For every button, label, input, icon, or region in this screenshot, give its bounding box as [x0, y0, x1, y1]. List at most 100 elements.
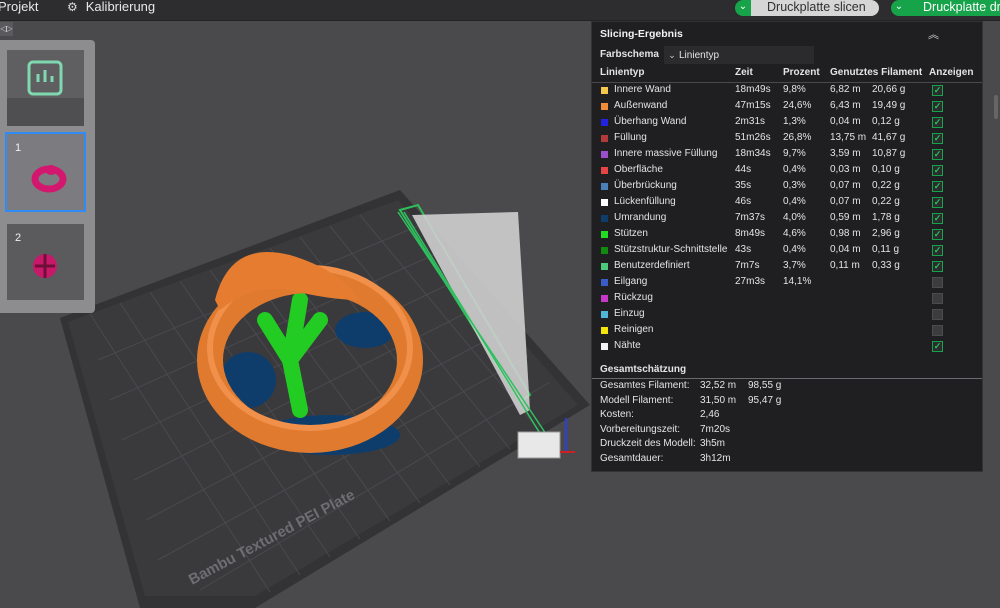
- show-checkbox[interactable]: [932, 133, 943, 144]
- print-dropdown-icon[interactable]: ⌄: [891, 0, 907, 16]
- show-checkbox[interactable]: [932, 341, 943, 352]
- line-type-swatch: [601, 103, 608, 110]
- line-type-percent: 0,4%: [783, 164, 806, 175]
- table-row: Benutzerdefiniert 7m7s 3,7% 0,11 m 0,33 g: [592, 259, 982, 275]
- line-type-name: Stützstruktur-Schnittstelle: [614, 244, 728, 255]
- line-type-weight: 0,10 g: [872, 164, 900, 175]
- show-checkbox[interactable]: [932, 85, 943, 96]
- print-plate-label: Druckplatte drucken: [923, 0, 1000, 14]
- summary-label: Gesamtes Filament:: [600, 380, 690, 391]
- line-type-name: Rückzug: [614, 292, 653, 303]
- table-row: Außenwand 47m15s 24,6% 6,43 m 19,49 g: [592, 99, 982, 115]
- line-type-percent: 0,4%: [783, 244, 806, 255]
- summary-row: Vorbereitungszeit: 7m20s: [600, 424, 970, 438]
- line-type-swatch: [601, 279, 608, 286]
- line-type-time: 35s: [735, 180, 752, 191]
- line-type-swatch: [601, 343, 608, 350]
- summary-row: Gesamtdauer: 3h12m: [600, 453, 970, 467]
- line-type-length: 6,43 m: [830, 100, 861, 111]
- show-checkbox[interactable]: [932, 197, 943, 208]
- table-row: Überhang Wand 2m31s 1,3% 0,04 m 0,12 g: [592, 115, 982, 131]
- show-checkbox[interactable]: [932, 213, 943, 224]
- line-type-swatch: [601, 295, 608, 302]
- line-type-name: Reinigen: [614, 324, 654, 335]
- show-checkbox[interactable]: [932, 309, 943, 320]
- table-row: Reinigen: [592, 323, 982, 339]
- line-type-percent: 14,1%: [783, 276, 812, 287]
- summary-row: Kosten: 2,46: [600, 409, 970, 423]
- line-type-time: 7m7s: [735, 260, 760, 271]
- show-checkbox[interactable]: [932, 325, 943, 336]
- line-type-name: Benutzerdefiniert: [614, 260, 690, 271]
- line-type-time: 18m49s: [735, 84, 771, 95]
- line-type-swatch: [601, 247, 608, 254]
- line-type-weight: 2,96 g: [872, 228, 900, 239]
- scrollbar[interactable]: [994, 95, 998, 119]
- line-type-name: Überbrückung: [614, 180, 677, 191]
- line-type-time: 18m34s: [735, 148, 771, 159]
- color-scheme-label: Farbschema: [600, 49, 659, 60]
- line-type-length: 0,11 m: [830, 260, 860, 271]
- line-type-percent: 26,8%: [783, 132, 812, 143]
- menu-projekt[interactable]: Projekt: [0, 0, 38, 20]
- col-linientyp: Linientyp: [600, 67, 645, 78]
- table-row: Überbrückung 35s 0,3% 0,07 m 0,22 g: [592, 179, 982, 195]
- table-row: Lückenfüllung 46s 0,4% 0,07 m 0,22 g: [592, 195, 982, 211]
- plate-thumb-2[interactable]: 2: [7, 224, 84, 300]
- line-type-swatch: [601, 167, 608, 174]
- color-scheme-value: Linientyp: [679, 50, 720, 61]
- line-type-swatch: [601, 119, 608, 126]
- show-checkbox[interactable]: [932, 293, 943, 304]
- show-checkbox[interactable]: [932, 181, 943, 192]
- gear-icon: ⚙: [67, 0, 78, 14]
- top-toolbar: Projekt ⚙ Kalibrierung ⌄ Druckplatte slic…: [0, 0, 1000, 21]
- line-type-name: Nähte: [614, 340, 641, 351]
- line-type-swatch: [601, 311, 608, 318]
- line-type-swatch: [601, 263, 608, 270]
- slice-plate-button[interactable]: Druckplatte slicen: [751, 0, 879, 16]
- line-type-swatch: [601, 183, 608, 190]
- line-type-percent: 9,7%: [783, 148, 806, 159]
- line-type-percent: 4,0%: [783, 212, 806, 223]
- line-type-length: 13,75 m: [830, 132, 867, 143]
- show-checkbox[interactable]: [932, 101, 943, 112]
- line-type-length: 0,98 m: [830, 228, 861, 239]
- line-type-swatch: [601, 231, 608, 238]
- plate-thumb-1[interactable]: 1: [5, 132, 86, 212]
- menu-projekt-label: Projekt: [0, 0, 39, 14]
- line-type-percent: 3,7%: [783, 260, 806, 271]
- show-checkbox[interactable]: [932, 165, 943, 176]
- line-type-weight: 0,11 g: [872, 244, 900, 255]
- summary-row: Druckzeit des Modell: 3h5m: [600, 438, 970, 452]
- table-row: Füllung 51m26s 26,8% 13,75 m 41,67 g: [592, 131, 982, 147]
- table-row: Nähte: [592, 339, 982, 355]
- line-type-swatch: [601, 215, 608, 222]
- show-checkbox[interactable]: [932, 277, 943, 288]
- line-type-name: Oberfläche: [614, 164, 663, 175]
- show-checkbox[interactable]: [932, 229, 943, 240]
- show-checkbox[interactable]: [932, 117, 943, 128]
- line-type-name: Stützen: [614, 228, 648, 239]
- col-anzeigen: Anzeigen: [929, 67, 974, 78]
- plate-number: 2: [15, 232, 22, 244]
- show-checkbox[interactable]: [932, 245, 943, 256]
- col-prozent: Prozent: [783, 67, 820, 78]
- line-type-length: 0,59 m: [830, 212, 861, 223]
- summary-row: Gesamtes Filament: 32,52 m 98,55 g: [600, 380, 970, 394]
- show-checkbox[interactable]: [932, 261, 943, 272]
- print-plate-button[interactable]: Druckplatte drucken: [907, 0, 1000, 16]
- menu-kalibrierung[interactable]: ⚙ Kalibrierung: [67, 0, 155, 20]
- summary-value: 7m20s: [700, 423, 731, 435]
- show-checkbox[interactable]: [932, 149, 943, 160]
- plate-overview-thumb[interactable]: [7, 50, 84, 126]
- line-type-weight: 41,67 g: [872, 132, 906, 143]
- col-zeit: Zeit: [735, 67, 753, 78]
- line-type-length: 0,07 m: [830, 180, 861, 191]
- collapse-up-icon[interactable]: ︽: [928, 26, 939, 42]
- color-scheme-select[interactable]: ⌄ Linientyp: [664, 46, 814, 64]
- table-row: Umrandung 7m37s 4,0% 0,59 m 1,78 g: [592, 211, 982, 227]
- collapse-panel-icon[interactable]: ◁▷: [0, 22, 13, 36]
- slice-dropdown-icon[interactable]: ⌄: [735, 0, 751, 16]
- line-type-time: 51m26s: [735, 132, 771, 143]
- line-type-swatch: [601, 87, 608, 94]
